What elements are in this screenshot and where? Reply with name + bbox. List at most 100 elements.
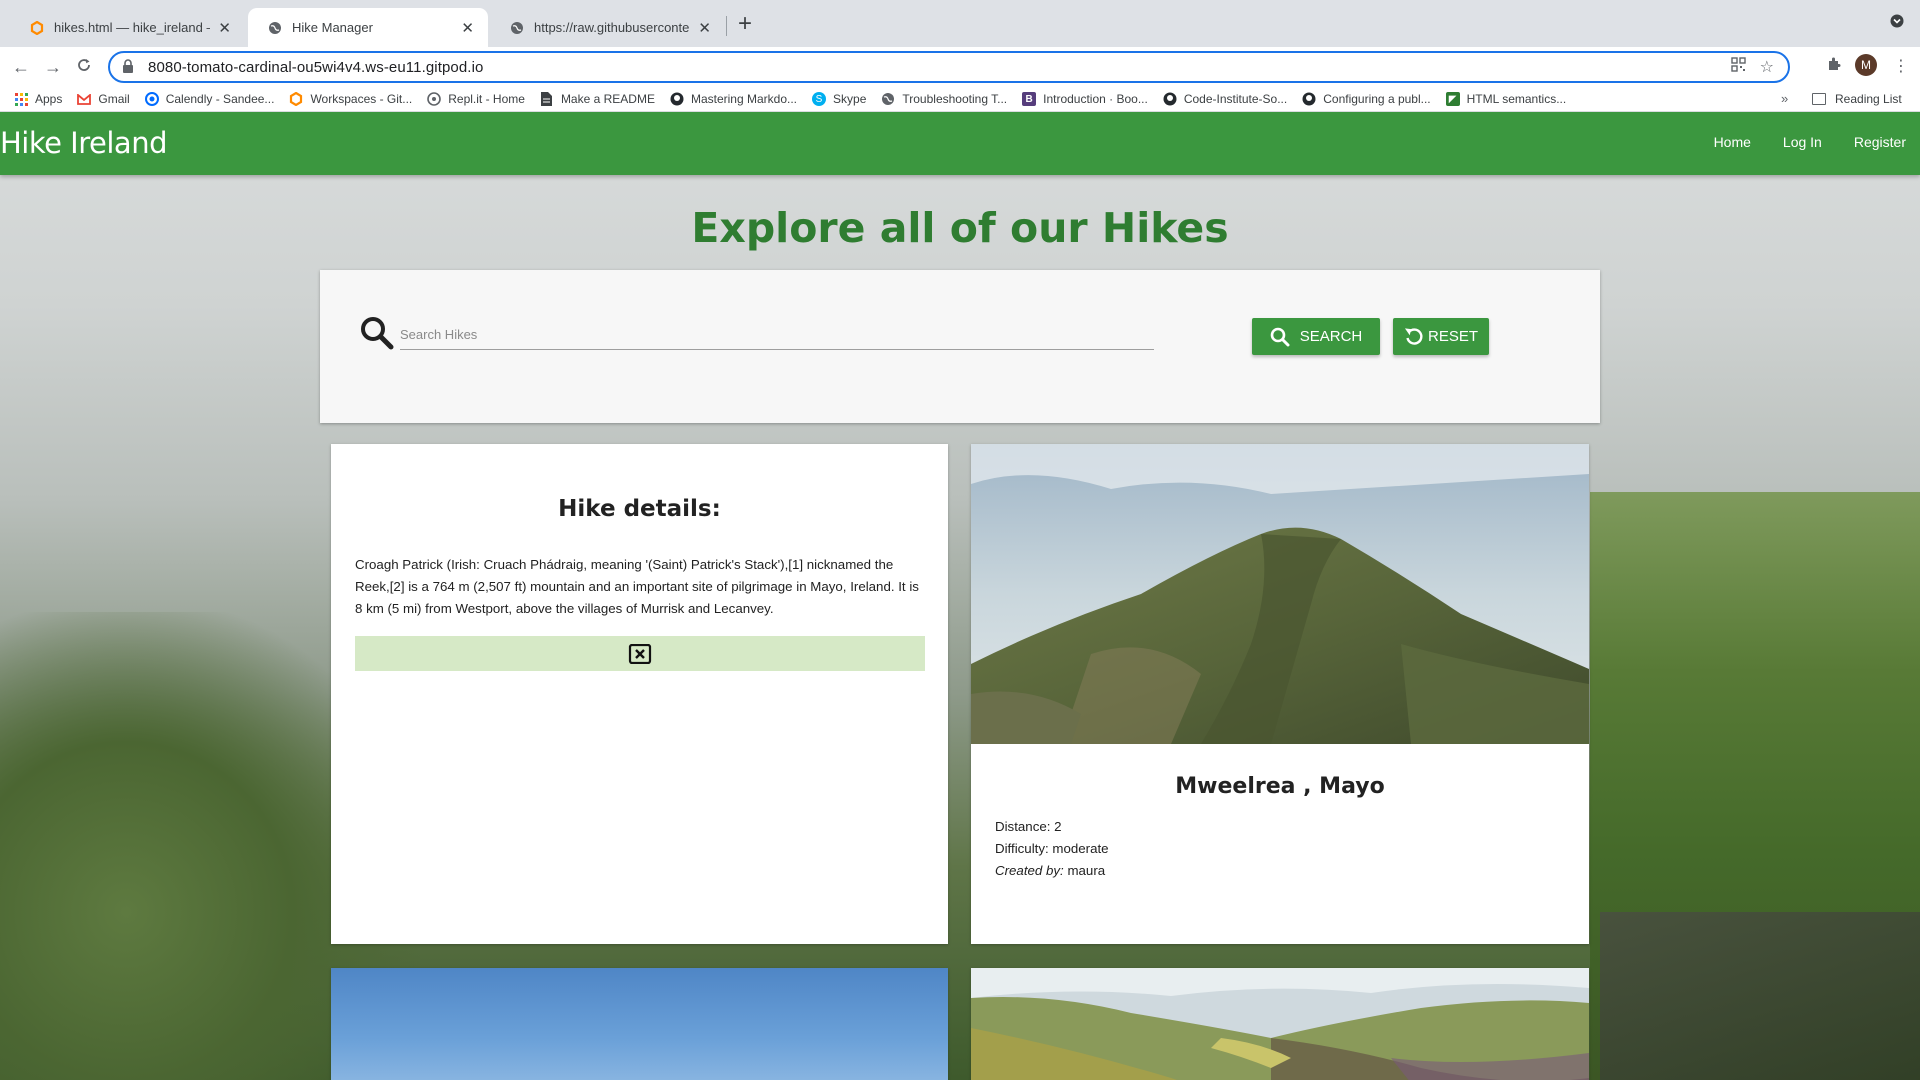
bookmarks-bar: Apps Gmail Calendly - Sandee... Workspac… — [0, 87, 1920, 112]
hike-name: Mweelrea , Mayo — [1175, 774, 1385, 799]
back-arrow-icon[interactable]: ← — [12, 55, 30, 79]
bookmark-label: Mastering Markdo... — [690, 92, 798, 106]
gmail-icon — [77, 92, 92, 106]
search-input[interactable] — [400, 320, 1154, 350]
hike-created-by: Created by: maura — [995, 860, 1109, 882]
search-panel: Search Reset — [320, 270, 1600, 423]
github-icon — [670, 92, 684, 106]
close-icon[interactable]: ✕ — [461, 19, 474, 37]
github-icon — [1163, 92, 1177, 106]
difficulty-label: Difficulty: — [995, 841, 1049, 856]
bookmark-html-semantics[interactable]: ◤ HTML semantics... — [1445, 92, 1567, 106]
qr-code-icon[interactable] — [1730, 57, 1746, 77]
bookmark-gmail[interactable]: Gmail — [77, 92, 130, 106]
bookmark-bootstrap[interactable]: B Introduction · Boo... — [1022, 92, 1148, 106]
hike-distance: Distance: 2 — [995, 816, 1109, 838]
search-button[interactable]: Search — [1252, 318, 1380, 355]
browser-tabstrip: hikes.html — hike_ireland — Gi ✕ Hike Ma… — [0, 0, 1920, 47]
hike-card[interactable]: Mweelrea , Mayo Distance: 2 Difficulty: … — [971, 444, 1589, 944]
reading-list-icon — [1812, 93, 1826, 105]
bookmark-label: Make a README — [560, 92, 655, 106]
hike-image[interactable] — [971, 444, 1589, 744]
bookmark-workspaces[interactable]: Workspaces - Git... — [289, 92, 412, 106]
gitpod-icon — [289, 92, 303, 106]
new-tab-button[interactable]: + — [738, 12, 752, 36]
reading-list-button[interactable]: Reading List — [1812, 92, 1902, 106]
close-details-button[interactable] — [355, 636, 925, 671]
bookmark-apps[interactable]: Apps — [14, 92, 62, 106]
more-bookmarks-button[interactable]: » — [1781, 91, 1788, 106]
nav-login-link[interactable]: Log In — [1783, 134, 1822, 150]
address-bar[interactable]: 8080-tomato-cardinal-ou5wi4v4.ws-eu11.gi… — [108, 51, 1790, 83]
difficulty-value: moderate — [1052, 841, 1109, 856]
globe-icon — [881, 92, 895, 106]
distance-value: 2 — [1054, 819, 1062, 834]
bookmark-markdown[interactable]: Mastering Markdo... — [670, 92, 797, 106]
hike-difficulty: Difficulty: moderate — [995, 838, 1109, 860]
bookmark-label: Gmail — [98, 92, 130, 106]
bookmark-troubleshooting[interactable]: Troubleshooting T... — [881, 92, 1007, 106]
tab-search-icon[interactable] — [1890, 14, 1904, 31]
nav-register-link[interactable]: Register — [1854, 134, 1906, 150]
hike-card[interactable] — [971, 968, 1589, 1080]
apps-grid-icon — [14, 92, 28, 106]
nav-home-link[interactable]: Home — [1714, 134, 1751, 150]
nav-links: Home Log In Register — [1714, 134, 1906, 150]
browser-tab-2[interactable]: Hike Manager ✕ — [248, 8, 488, 47]
tab-title: https://raw.githubusercontent.c — [534, 20, 690, 35]
created-by-label: Created by: — [995, 863, 1064, 878]
bookmark-skype[interactable]: S Skype — [812, 92, 866, 106]
browser-toolbar: ← → 8080-tomato-cardinal-ou5wi4v4.ws-eu1… — [0, 47, 1920, 87]
profile-avatar[interactable]: M — [1855, 54, 1877, 76]
background-rocks — [1600, 912, 1920, 1080]
tab-title: hikes.html — hike_ireland — Gi — [54, 20, 210, 35]
forward-arrow-icon[interactable]: → — [44, 55, 62, 79]
hike-image[interactable] — [971, 968, 1589, 1080]
browser-tab-3[interactable]: https://raw.githubusercontent.c ✕ — [490, 8, 725, 47]
bookmark-label: Workspaces - Git... — [310, 92, 413, 106]
url-text: 8080-tomato-cardinal-ou5wi4v4.ws-eu11.gi… — [148, 58, 484, 76]
extensions-puzzle-icon[interactable] — [1826, 56, 1842, 77]
skype-icon: S — [812, 92, 827, 106]
bookmark-label: Code-Institute-So... — [1183, 92, 1288, 106]
page-viewport: Hike Ireland Home Log In Register Explor… — [0, 112, 1920, 1080]
globe-icon — [510, 21, 524, 35]
created-by-value: maura — [1067, 863, 1106, 878]
github-icon — [1302, 92, 1316, 106]
reload-icon[interactable] — [76, 55, 92, 79]
search-icon — [1270, 327, 1290, 347]
undo-icon — [1404, 327, 1424, 347]
replit-icon — [427, 92, 442, 106]
hike-image[interactable] — [331, 968, 948, 1080]
tab-title: Hike Manager — [292, 20, 373, 35]
page-title: Explore all of our Hikes — [691, 204, 1229, 252]
bookmark-code-institute[interactable]: Code-Institute-So... — [1163, 92, 1287, 106]
document-icon — [540, 92, 554, 106]
reading-list-label: Reading List — [1835, 92, 1902, 106]
hike-meta: Distance: 2 Difficulty: moderate Created… — [995, 816, 1109, 882]
bookmark-label: Configuring a publ... — [1323, 92, 1431, 106]
site-brand[interactable]: Hike Ireland — [0, 126, 167, 160]
bookmark-replit[interactable]: Repl.it - Home — [427, 92, 525, 106]
bookmark-readme[interactable]: Make a README — [540, 92, 655, 106]
search-icon — [360, 316, 394, 350]
search-button-label: Search — [1299, 328, 1363, 345]
hike-card[interactable] — [331, 968, 948, 1080]
browser-menu-icon[interactable]: ⋮ — [1893, 56, 1909, 76]
bookmark-calendly[interactable]: Calendly - Sandee... — [144, 92, 274, 106]
calendly-icon — [144, 92, 159, 106]
browser-tab-1[interactable]: hikes.html — hike_ireland — Gi ✕ — [10, 8, 245, 47]
close-box-icon — [628, 643, 652, 664]
reset-button-label: Reset — [1427, 328, 1478, 345]
tab-separator — [726, 16, 727, 36]
bookmark-star-icon[interactable]: ☆ — [1760, 57, 1774, 77]
hike-details-card: Hike details: Croagh Patrick (Irish: Cru… — [331, 444, 948, 944]
bookmark-label: HTML semantics... — [1466, 92, 1567, 106]
distance-label: Distance: — [995, 819, 1051, 834]
close-icon[interactable]: ✕ — [218, 19, 231, 37]
bookmark-configuring[interactable]: Configuring a publ... — [1302, 92, 1431, 106]
reset-button[interactable]: Reset — [1393, 318, 1489, 355]
close-icon[interactable]: ✕ — [698, 19, 711, 37]
bookmark-label: Apps — [35, 92, 63, 106]
site-navbar: Hike Ireland Home Log In Register — [0, 112, 1920, 175]
